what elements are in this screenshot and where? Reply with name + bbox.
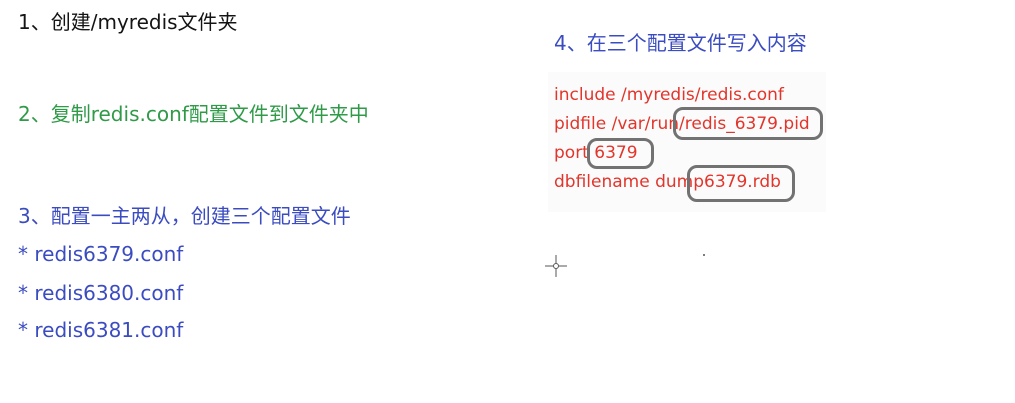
config-file-item: * redis6381.conf (18, 318, 184, 342)
rdb-highlight-outline (687, 165, 795, 202)
step1-title: 1、创建/myredis文件夹 (18, 10, 238, 34)
step4-title: 4、在三个配置文件写入内容 (554, 31, 807, 55)
port-highlight-outline (587, 138, 654, 169)
code-line-include: include /myredis/redis.conf (554, 85, 784, 105)
pid-highlight-outline (673, 107, 823, 140)
step3-title: 3、配置一主两从，创建三个配置文件 (18, 204, 351, 228)
config-file-item: * redis6380.conf (18, 281, 184, 305)
stray-dot (703, 254, 705, 256)
crosshair-cursor-icon (545, 255, 567, 277)
step2-title: 2、复制redis.conf配置文件到文件夹中 (18, 102, 369, 126)
config-file-item: * redis6379.conf (18, 242, 184, 266)
